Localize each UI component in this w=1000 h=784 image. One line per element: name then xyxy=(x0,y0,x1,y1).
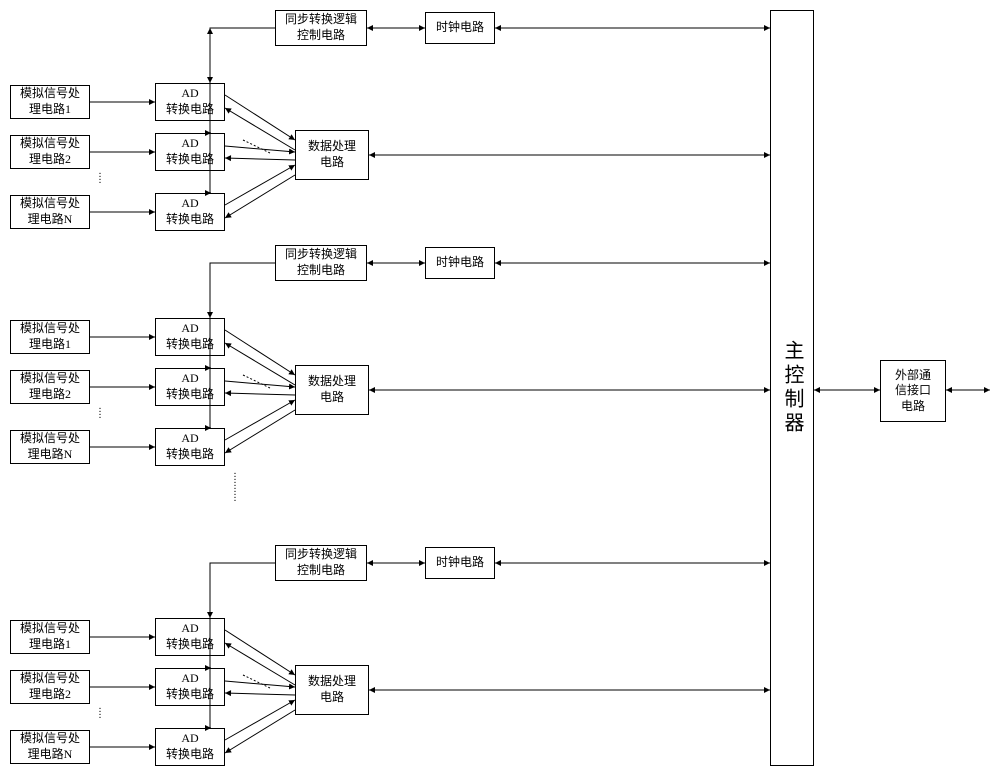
data-proc-2: 数据处理电路 xyxy=(295,365,369,415)
ad-3-N: AD转换电路 xyxy=(155,728,225,766)
dots-3: .... xyxy=(95,705,105,717)
dots-2: .... xyxy=(95,405,105,417)
ad-3-1: AD转换电路 xyxy=(155,618,225,656)
group-dots: .......... xyxy=(230,470,240,530)
sync-logic-2: 同步转换逻辑控制电路 xyxy=(275,245,367,281)
ad-2-N: AD转换电路 xyxy=(155,428,225,466)
clock-1: 时钟电路 xyxy=(425,12,495,44)
external-comm: 外部通信接口电路 xyxy=(880,360,946,422)
analog-3-2: 模拟信号处理电路2 xyxy=(10,670,90,704)
analog-3-1: 模拟信号处理电路1 xyxy=(10,620,90,654)
analog-3-N: 模拟信号处理电路N xyxy=(10,730,90,764)
clock-2: 时钟电路 xyxy=(425,247,495,279)
analog-2-N: 模拟信号处理电路N xyxy=(10,430,90,464)
analog-1-N: 模拟信号处理电路N xyxy=(10,195,90,229)
clock-3: 时钟电路 xyxy=(425,547,495,579)
ad-3-2: AD转换电路 xyxy=(155,668,225,706)
sync-logic-1: 同步转换逻辑控制电路 xyxy=(275,10,367,46)
analog-1-2: 模拟信号处理电路2 xyxy=(10,135,90,169)
data-proc-1: 数据处理电路 xyxy=(295,130,369,180)
ad-1-2: AD转换电路 xyxy=(155,133,225,171)
ad-1-N: AD转换电路 xyxy=(155,193,225,231)
analog-1-1: 模拟信号处理电路1 xyxy=(10,85,90,119)
analog-2-2: 模拟信号处理电路2 xyxy=(10,370,90,404)
arrows-layer xyxy=(0,0,1000,784)
analog-2-1: 模拟信号处理电路1 xyxy=(10,320,90,354)
ad-1-1: AD转换电路 xyxy=(155,83,225,121)
data-proc-3: 数据处理电路 xyxy=(295,665,369,715)
ad-2-2: AD转换电路 xyxy=(155,368,225,406)
ad-2-1: AD转换电路 xyxy=(155,318,225,356)
main-controller: 主控制器 xyxy=(770,10,814,766)
dots-1: .... xyxy=(95,170,105,182)
sync-logic-3: 同步转换逻辑控制电路 xyxy=(275,545,367,581)
